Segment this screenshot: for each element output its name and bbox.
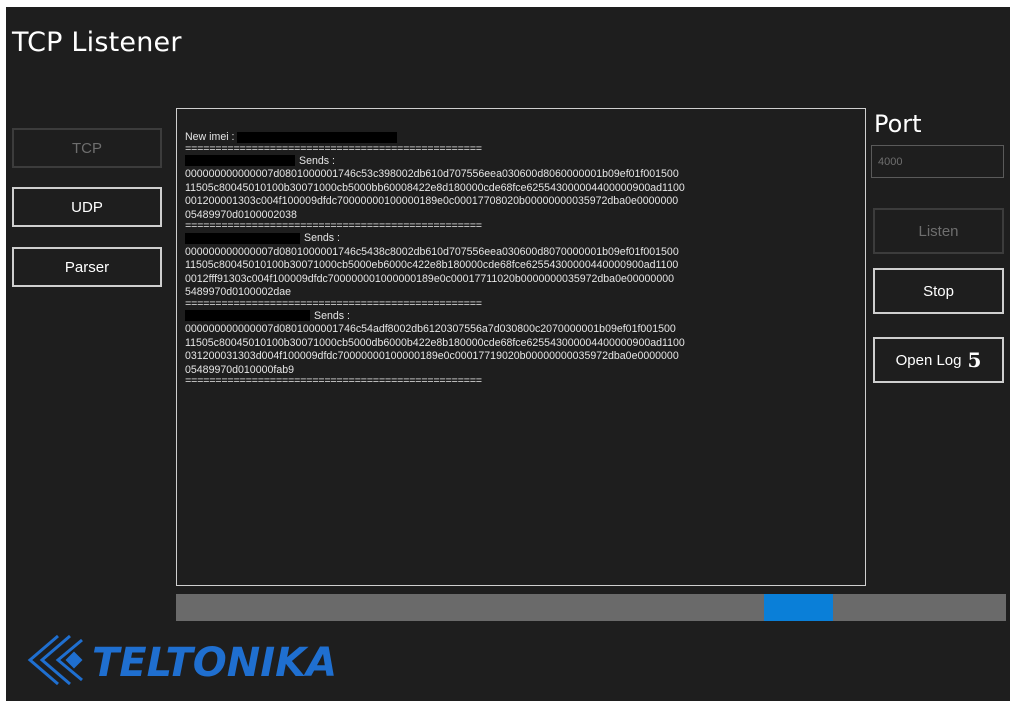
hex-payload-line: 5489970d0100002dae: [185, 286, 292, 298]
open-log-count-badge: 5: [967, 348, 982, 372]
progress-bar: [176, 594, 1006, 621]
app-title: TCP Listener: [12, 27, 182, 58]
port-label: Port: [874, 110, 922, 138]
hex-payload-line: 001200001303c004f100009dfdc7000000010000…: [185, 195, 679, 207]
log-separator: ========================================…: [185, 143, 482, 156]
imei-label: New imei :: [185, 131, 235, 143]
hex-payload-line: 05489970d010000fab9: [185, 363, 294, 376]
teltonika-logo: TELTONIKA: [27, 634, 337, 686]
imei-line: New imei :: [185, 131, 857, 145]
hex-payload-line: 0012fff91303c004f100009dfdc7000000010000…: [185, 272, 674, 285]
sends-label: Sends :: [299, 154, 335, 167]
hex-payload-line: 031200031303d004f100009dfdc7000000010000…: [185, 350, 679, 362]
stop-button[interactable]: Stop: [873, 268, 1004, 314]
hex-payload-line: 000000000000007d0801000001746c54adf8002d…: [185, 323, 676, 335]
sends-header: Sends :: [185, 155, 857, 169]
log-output[interactable]: New imei : =============================…: [176, 108, 866, 586]
open-log-button[interactable]: Open Log 5: [873, 337, 1004, 383]
sends-label: Sends :: [314, 309, 350, 322]
hex-payload-line: 11505c80045010100b30071000cb5000db6000b4…: [185, 336, 685, 349]
app-window: TCP Listener TCP UDP Parser New imei : =…: [6, 7, 1010, 701]
log-messages: ========================================…: [185, 143, 857, 378]
redacted-imei: [185, 232, 300, 244]
redacted-imei: [237, 131, 398, 143]
teltonika-logo-text: TELTONIKA: [92, 640, 337, 686]
tcp-button[interactable]: TCP: [12, 128, 162, 168]
parser-button[interactable]: Parser: [12, 247, 162, 287]
progress-indicator: [763, 594, 834, 621]
open-log-label: Open Log: [895, 351, 962, 369]
hex-payload-line: 11505c80045010100b30071000cb5000bb600084…: [185, 181, 685, 194]
sends-header: Sends :: [185, 310, 857, 324]
listen-button[interactable]: Listen: [873, 208, 1004, 254]
teltonika-logo-icon: [27, 634, 83, 686]
redacted-imei: [185, 310, 310, 322]
sends-header: Sends :: [185, 232, 857, 246]
log-separator: ========================================…: [185, 376, 482, 388]
redacted-imei: [185, 155, 295, 167]
hex-payload-line: 11505c80045010100b30071000cb5000eb6000c4…: [185, 259, 679, 271]
udp-button[interactable]: UDP: [12, 187, 162, 227]
hex-payload-line: 000000000000007d0801000001746c53c398002d…: [185, 168, 679, 180]
port-input[interactable]: [871, 145, 1004, 178]
log-separator: ========================================…: [185, 221, 482, 233]
hex-payload-line: 05489970d0100002038: [185, 208, 297, 221]
hex-payload-line: 000000000000007d0801000001746c5438c8002d…: [185, 245, 679, 258]
sends-label: Sends :: [304, 232, 340, 244]
log-separator: ========================================…: [185, 298, 482, 311]
